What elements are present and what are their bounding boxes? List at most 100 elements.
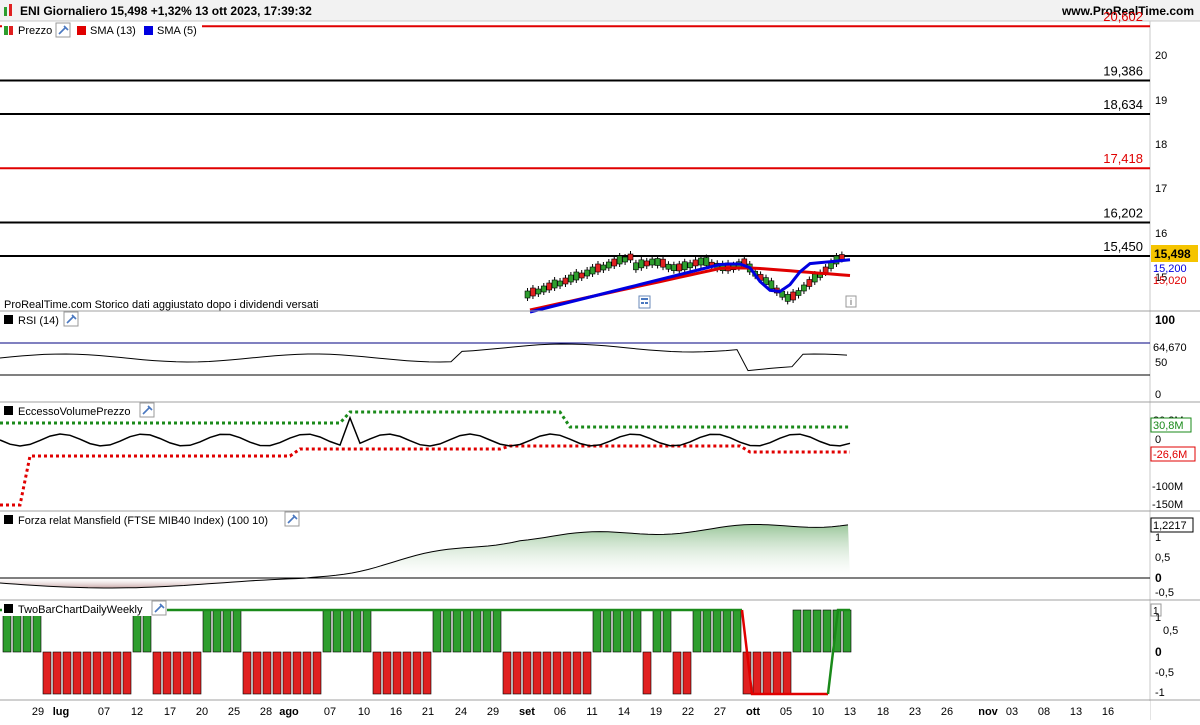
candle[interactable] [698,257,704,266]
dividend-icon[interactable] [638,295,651,309]
candle[interactable] [606,261,612,269]
twobar-bar-down [642,651,652,695]
twobar-bar-up [802,609,812,653]
info-icon[interactable]: i [845,295,857,308]
candle[interactable] [540,285,547,293]
rsi-value: 64,670 [1153,342,1187,354]
twobar-bar-up [842,609,852,653]
candle[interactable] [633,262,639,271]
mansfield-area-negative [0,578,850,588]
wrench-icon[interactable] [151,600,167,616]
twobar-bar-down [172,651,182,695]
twobar-bar-down [562,651,572,695]
wrench-icon[interactable] [284,511,300,527]
axis-tick: 19 [1155,95,1167,107]
twobar-title: TwoBarChartDailyWeekly [18,604,143,616]
twobar-panel[interactable]: TwoBarChartDailyWeekly 1 1 0,5 0 -0,5 -1 [0,600,1178,699]
twobar-bar-down [752,651,762,695]
candle[interactable] [551,279,558,289]
twobar-bar-down [82,651,92,695]
wrench-icon[interactable] [139,402,155,418]
time-axis-label: 11 [586,706,597,718]
candle[interactable] [839,254,845,260]
candle[interactable] [611,258,618,267]
candle[interactable] [703,257,710,266]
candle[interactable] [811,273,818,283]
candle[interactable] [784,294,791,302]
price-note: ProRealTime.com Storico dati aggiustato … [4,299,318,311]
twobar-bar-down [112,651,122,695]
rsi-title: RSI (14) [18,315,59,327]
candle[interactable] [578,272,585,279]
wrench-icon[interactable] [55,22,71,38]
twobar-bar-down [542,651,552,695]
candle[interactable] [649,258,655,266]
price-legend[interactable]: Prezzo SMA (13) SMA (5) [2,22,202,38]
axis-tick: 0 [1155,645,1162,659]
candle[interactable] [671,264,677,271]
time-axis-label: 16 [1102,706,1114,718]
twobar-bar-up [2,609,12,653]
candle[interactable] [600,264,607,271]
candle[interactable] [643,260,650,267]
twobar-bar-up [332,609,342,653]
axis-tick: 18 [1155,139,1167,151]
rsi-panel[interactable]: RSI (14) 100 64,670 50 0 [0,311,1187,401]
price-panel[interactable]: 20,602 19,386 18,634 17,418 16,202 15,450 i P… [0,9,1198,314]
candle[interactable] [530,287,536,297]
axis-tick: 1 [1155,532,1161,544]
axis-tick: -100M [1152,481,1183,493]
candle[interactable] [622,256,628,263]
candle[interactable] [687,262,693,269]
candle[interactable] [665,263,672,270]
eccesso-panel[interactable]: EccessoVolumePrezzo 30,8M 30,8M 0 -26,6M… [0,402,1196,511]
candle[interactable] [801,284,807,292]
eccesso-lower-band [0,444,850,507]
last-price-value: 15,498 [1154,247,1191,261]
candle[interactable] [768,280,775,290]
candle[interactable] [795,290,802,296]
time-axis-label: 06 [554,706,566,718]
candle[interactable] [681,261,688,271]
candle[interactable] [654,258,661,266]
candle[interactable] [573,271,580,281]
twobar-bar-down [502,651,512,695]
header: ENI Giornaliero 15,498 +1,32% 13 ott 202… [0,0,1200,22]
candle[interactable] [616,255,623,265]
candle[interactable] [589,266,596,275]
candle[interactable] [627,253,634,261]
time-axis[interactable]: 29 lug 07 12 17 20 25 28 ago 07 10 16 21 24 29 set 06 11 1… [0,701,1150,720]
wrench-icon[interactable] [63,311,79,327]
twobar-bar-up [212,609,222,653]
twobar-bar-up [22,609,32,653]
twobar-bar-up [452,609,462,653]
candle[interactable] [638,259,645,269]
twobar-bar-up [622,609,632,653]
twobar-bar-down [522,651,532,695]
level-label: 15,450 [1103,239,1143,254]
candle[interactable] [524,290,531,299]
time-axis-label: 29 [487,706,499,718]
candle[interactable] [535,288,542,295]
time-axis-label: 24 [455,706,467,718]
candle[interactable] [568,274,574,283]
candle[interactable] [806,279,813,287]
candle[interactable] [562,277,569,285]
time-axis-label: 03 [1006,706,1018,718]
candle[interactable] [546,282,553,291]
candle[interactable] [790,291,796,301]
candle[interactable] [676,263,683,272]
candle[interactable] [584,269,590,277]
mansfield-panel[interactable]: Forza relat Mansfield (FTSE MIB40 Index)… [0,511,1194,599]
candle[interactable] [595,263,601,273]
time-axis-label: 10 [812,706,824,718]
candle[interactable] [557,280,563,287]
twobar-bar-up [32,609,42,653]
time-axis-label: 25 [228,706,240,718]
candle[interactable] [660,258,666,268]
time-axis-label: 28 [260,706,272,718]
candle[interactable] [692,259,699,267]
twobar-bar-up [822,609,832,653]
chart-canvas[interactable]: ENI Giornaliero 15,498 +1,32% 13 ott 202… [0,0,1200,720]
twobar-bar-down [402,651,412,695]
